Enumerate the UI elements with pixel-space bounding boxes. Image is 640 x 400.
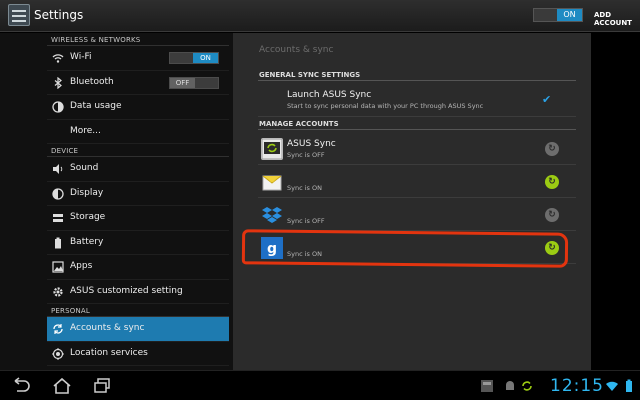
account-name: ASUS Sync (287, 139, 336, 149)
section-header-wireless: WIRELESS & NETWORKS (47, 33, 229, 46)
system-navigation-bar: 12:15 (0, 370, 640, 400)
sidebar-item-label: Location services (70, 347, 148, 358)
account-row-email[interactable]: Sync is ON ↻ (258, 166, 576, 198)
sync-notification-icon (520, 379, 534, 393)
speaker-icon (52, 163, 64, 175)
sidebar-item-more[interactable]: More... (47, 120, 229, 144)
sidebar-item-label: Apps (70, 261, 93, 271)
sidebar-item-label: Sound (70, 163, 99, 173)
sidebar-item-apps[interactable]: Apps (47, 255, 229, 280)
sync-off-icon[interactable]: ↻ (545, 208, 559, 222)
sync-on-icon[interactable]: ↻ (545, 175, 559, 189)
action-bar: Settings ON ADD ACCOUNT (0, 0, 640, 32)
page-title: Accounts & sync (259, 45, 334, 55)
email-icon (261, 171, 283, 193)
right-margin (591, 33, 640, 370)
master-sync-toggle[interactable]: ON (533, 8, 583, 22)
sidebar-item-label: Bluetooth (70, 76, 114, 87)
account-row-asus-sync[interactable]: ASUS Sync Sync is OFF ↻ (258, 133, 576, 165)
sidebar-item-asus-customized[interactable]: ASUS customized setting (47, 280, 229, 304)
sidebar-item-label: More... (70, 125, 101, 136)
back-icon[interactable] (8, 377, 32, 395)
highlight-annotation (241, 229, 569, 268)
add-account-button[interactable]: ADD ACCOUNT (594, 11, 640, 27)
bluetooth-toggle[interactable]: OFF (169, 76, 219, 89)
section-header-device: DEVICE (47, 144, 229, 157)
storage-icon (52, 212, 64, 224)
asus-sync-icon (261, 138, 283, 160)
accounts-sync-panel: Accounts & sync GENERAL SYNC SETTINGS La… (233, 33, 591, 370)
bluetooth-icon (52, 76, 64, 89)
sync-icon (52, 323, 64, 335)
sidebar-item-display[interactable]: Display (47, 182, 229, 206)
sidebar-item-label: ASUS customized setting (70, 285, 183, 296)
dropbox-icon (261, 204, 283, 226)
section-header-manage-accounts: MANAGE ACCOUNTS (258, 118, 576, 130)
wifi-signal-icon (605, 379, 619, 393)
wifi-toggle[interactable]: ON (169, 52, 219, 64)
sync-off-icon[interactable]: ↻ (545, 142, 559, 156)
sidebar-item-label: Data usage (70, 101, 122, 111)
sidebar-item-bluetooth[interactable]: Bluetooth OFF (47, 71, 229, 95)
sidebar-item-label: Storage (70, 212, 106, 222)
status-clock[interactable]: 12:15 (550, 376, 604, 396)
screenshot-icon[interactable] (480, 379, 494, 393)
battery-icon (52, 237, 64, 249)
sidebar-item-label: Battery (70, 236, 104, 247)
settings-sidebar: WIRELESS & NETWORKS Wi-Fi ON Bluetooth O… (0, 33, 233, 370)
home-icon[interactable] (50, 377, 74, 395)
account-row-dropbox[interactable]: Sync is OFF ↻ (258, 199, 576, 231)
launch-asus-sync-checkbox[interactable]: ✔ (542, 94, 553, 105)
sidebar-item-accounts-sync[interactable]: Accounts & sync (47, 317, 229, 342)
battery-status-icon (622, 379, 636, 393)
sidebar-item-label: Wi-Fi (70, 52, 92, 62)
wifi-icon (52, 52, 64, 64)
data-usage-icon (52, 101, 64, 113)
sidebar-item-storage[interactable]: Storage (47, 206, 229, 231)
sidebar-item-label: Display (70, 187, 104, 198)
account-sync-status: Sync is OFF (287, 151, 325, 159)
location-icon (52, 347, 64, 360)
settings-app-icon[interactable] (8, 4, 30, 26)
gear-icon (52, 286, 64, 298)
sidebar-item-wifi[interactable]: Wi-Fi ON (47, 46, 229, 71)
sidebar-item-sound[interactable]: Sound (47, 157, 229, 182)
sidebar-item-battery[interactable]: Battery (47, 231, 229, 255)
sidebar-item-location[interactable]: Location services (47, 342, 229, 366)
account-sync-status: Sync is ON (287, 184, 322, 192)
launch-asus-sync-title: Launch ASUS Sync (287, 90, 372, 100)
display-icon (52, 187, 64, 200)
launch-asus-sync-subtitle: Start to sync personal data with your PC… (287, 102, 484, 110)
app-title: Settings (34, 8, 84, 22)
apps-icon (52, 261, 64, 273)
master-sync-toggle-state: ON (557, 9, 582, 21)
sidebar-item-data-usage[interactable]: Data usage (47, 95, 229, 120)
android-debug-icon (503, 379, 517, 393)
section-header-general-sync: GENERAL SYNC SETTINGS (258, 69, 576, 81)
section-header-personal: PERSONAL (47, 304, 229, 317)
sidebar-item-label: Accounts & sync (70, 323, 145, 333)
account-sync-status: Sync is OFF (287, 217, 325, 225)
launch-asus-sync-row[interactable]: Launch ASUS Sync Start to sync personal … (258, 84, 576, 117)
recent-apps-icon[interactable] (90, 377, 114, 395)
